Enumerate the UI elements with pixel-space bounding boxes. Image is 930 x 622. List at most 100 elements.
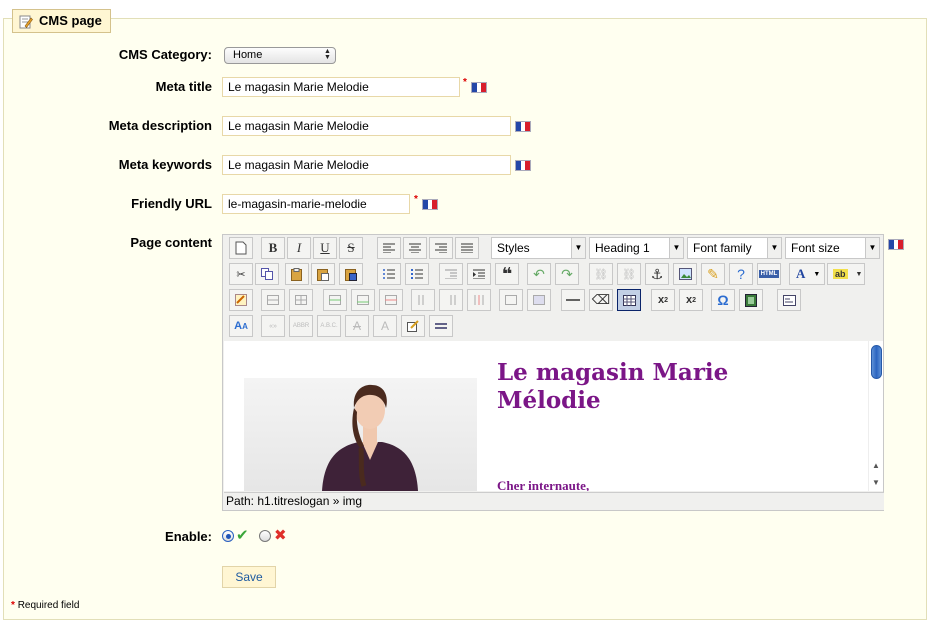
remove-format-icon[interactable]: ⌫ xyxy=(589,289,613,311)
delete-row-icon[interactable] xyxy=(379,289,403,311)
scroll-up-icon[interactable]: ▲ xyxy=(872,461,880,470)
align-justify-icon[interactable] xyxy=(455,237,479,259)
row-properties-icon[interactable] xyxy=(261,289,285,311)
french-flag-icon[interactable] xyxy=(515,121,531,132)
save-button[interactable]: Save xyxy=(222,566,276,588)
align-left-icon[interactable] xyxy=(377,237,401,259)
help-icon[interactable]: ? xyxy=(729,263,753,285)
enable-yes-radio[interactable] xyxy=(222,530,234,542)
link-icon[interactable]: ⛓ xyxy=(589,263,613,285)
format-dropdown-label: Heading 1 xyxy=(595,241,650,255)
french-flag-icon[interactable] xyxy=(515,160,531,171)
bold-icon[interactable]: B xyxy=(261,237,285,259)
meta-description-input[interactable]: Le magasin Marie Melodie xyxy=(222,116,511,136)
editor-content-area[interactable]: Le magasin Marie Mélodie Cher internaute… xyxy=(224,341,868,491)
french-flag-icon[interactable] xyxy=(888,239,904,250)
paste-text-icon[interactable] xyxy=(311,263,335,285)
new-document-icon[interactable] xyxy=(229,237,253,259)
blockquote-icon[interactable]: ❝ xyxy=(495,263,519,285)
horizontal-rule-icon[interactable] xyxy=(561,289,585,311)
abbreviation-icon[interactable]: ABBR xyxy=(289,315,313,337)
meta-keywords-label: Meta keywords xyxy=(118,157,212,172)
format-dropdown[interactable]: Heading 1 ▼ xyxy=(589,237,684,259)
media-icon[interactable] xyxy=(739,289,763,311)
check-icon: ✔ xyxy=(236,527,249,544)
chevron-down-icon: ▼ xyxy=(669,238,683,258)
page-content-label: Page content xyxy=(130,235,212,250)
model-photo xyxy=(244,378,477,491)
styles-dropdown[interactable]: Styles ▼ xyxy=(491,237,586,259)
special-character-icon[interactable]: Ω xyxy=(711,289,735,311)
html-source-icon[interactable]: HTML xyxy=(757,263,781,285)
style-properties-icon[interactable]: AA xyxy=(229,315,253,337)
content-greeting: Cher internaute, xyxy=(497,478,590,491)
french-flag-icon[interactable] xyxy=(471,82,487,93)
paste-word-icon[interactable] xyxy=(339,263,363,285)
friendly-url-input[interactable]: le-magasin-marie-melodie xyxy=(222,194,410,214)
chevron-down-icon: ▼ xyxy=(813,270,821,278)
anchor-icon[interactable]: ⚓ xyxy=(645,263,669,285)
acronym-icon[interactable]: A.B.C. xyxy=(317,315,341,337)
required-marker: * xyxy=(414,194,418,205)
numbered-list-icon[interactable] xyxy=(405,263,429,285)
insert-date-icon[interactable] xyxy=(429,315,453,337)
required-field-note: * Required field xyxy=(11,600,79,611)
bullet-list-icon[interactable] xyxy=(377,263,401,285)
font-family-dropdown[interactable]: Font family ▼ xyxy=(687,237,782,259)
cite-icon[interactable]: «» xyxy=(261,315,285,337)
chevron-down-icon: ▼ xyxy=(571,238,585,258)
rich-text-editor: B I U S Styles ▼ Heading 1 ▼ Font family ▼ … xyxy=(222,234,884,511)
chevron-down-icon: ▼ xyxy=(865,238,879,258)
visual-aid-icon[interactable] xyxy=(229,289,253,311)
enable-label: Enable: xyxy=(165,529,212,544)
insert-column-before-icon[interactable] xyxy=(411,289,435,311)
category-select[interactable]: Home ▲ ▼ xyxy=(224,47,336,64)
background-color-button[interactable]: ab ▼ xyxy=(827,263,865,285)
required-marker: * xyxy=(11,600,15,611)
fieldset-legend: CMS page xyxy=(12,9,111,33)
meta-title-label: Meta title xyxy=(155,79,212,94)
copy-icon[interactable] xyxy=(255,263,279,285)
cleanup-icon[interactable]: ✎ xyxy=(701,263,725,285)
redo-icon[interactable]: ↷ xyxy=(555,263,579,285)
insert-row-before-icon[interactable] xyxy=(323,289,347,311)
select-arrows-icon: ▲ ▼ xyxy=(324,48,331,61)
strikethrough-icon[interactable]: S xyxy=(339,237,363,259)
font-size-dropdown[interactable]: Font size ▼ xyxy=(785,237,880,259)
underline-icon[interactable]: U xyxy=(313,237,337,259)
cell-properties-icon[interactable] xyxy=(289,289,313,311)
subscript-icon[interactable]: x2 xyxy=(651,289,675,311)
insert-table-icon[interactable] xyxy=(617,289,641,311)
cut-icon[interactable]: ✂ xyxy=(229,263,253,285)
attributes-icon[interactable] xyxy=(401,315,425,337)
insertion-icon[interactable]: A xyxy=(373,315,397,337)
indent-icon[interactable] xyxy=(467,263,491,285)
image-icon[interactable] xyxy=(673,263,697,285)
meta-description-label: Meta description xyxy=(108,118,212,133)
insert-row-after-icon[interactable] xyxy=(351,289,375,311)
paste-icon[interactable] xyxy=(285,263,309,285)
meta-title-input[interactable]: Le magasin Marie Melodie xyxy=(222,77,460,97)
chevron-down-icon: ▼ xyxy=(767,238,781,258)
undo-icon[interactable]: ↶ xyxy=(527,263,551,285)
insert-layer-icon[interactable] xyxy=(777,289,801,311)
unlink-icon[interactable]: ⛓ xyxy=(617,263,641,285)
chevron-down-icon: ▼ xyxy=(855,270,863,278)
insert-column-after-icon[interactable] xyxy=(439,289,463,311)
split-cells-icon[interactable] xyxy=(499,289,523,311)
deletion-icon[interactable]: A xyxy=(345,315,369,337)
meta-keywords-input[interactable]: Le magasin Marie Melodie xyxy=(222,155,511,175)
french-flag-icon[interactable] xyxy=(422,199,438,210)
enable-no-radio[interactable] xyxy=(259,530,271,542)
scroll-down-icon[interactable]: ▼ xyxy=(872,478,880,487)
delete-column-icon[interactable] xyxy=(467,289,491,311)
italic-icon[interactable]: I xyxy=(287,237,311,259)
outdent-icon[interactable] xyxy=(439,263,463,285)
superscript-icon[interactable]: x2 xyxy=(679,289,703,311)
text-color-button[interactable]: A ▼ xyxy=(789,263,825,285)
editor-scrollbar[interactable]: ▲ ▼ xyxy=(868,341,883,491)
align-center-icon[interactable] xyxy=(403,237,427,259)
scrollbar-thumb[interactable] xyxy=(871,345,882,379)
align-right-icon[interactable] xyxy=(429,237,453,259)
merge-cells-icon[interactable] xyxy=(527,289,551,311)
